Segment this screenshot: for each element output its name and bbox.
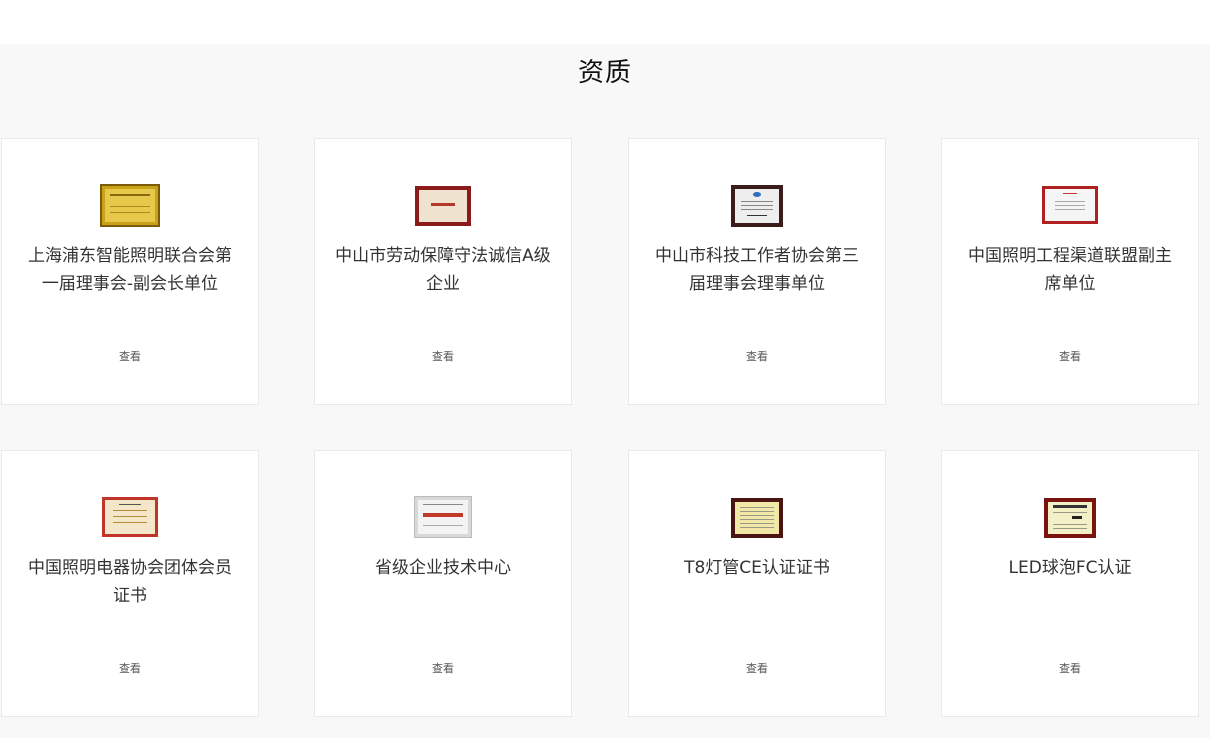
view-link[interactable]: 查看 (315, 348, 571, 364)
qualification-card[interactable]: LED球泡FC认证 查看 (941, 450, 1199, 717)
qualification-card[interactable]: 中国照明电器协会团体会员证书 查看 (1, 450, 259, 717)
view-link[interactable]: 查看 (315, 660, 571, 676)
certificate-icon (102, 497, 158, 537)
view-link[interactable]: 查看 (629, 348, 885, 364)
view-link[interactable]: 查看 (629, 660, 885, 676)
certificate-icon (1042, 186, 1098, 224)
card-title: 中山市劳动保障守法诚信A级企业 (335, 246, 551, 294)
card-title: 中国照明电器协会团体会员证书 (28, 558, 232, 606)
qualification-card[interactable]: 省级企业技术中心 查看 (314, 450, 572, 717)
certificate-icon (1044, 498, 1096, 538)
card-title: 省级企业技术中心 (375, 558, 511, 578)
gold-certificate-icon (100, 184, 160, 227)
view-link[interactable]: 查看 (942, 660, 1198, 676)
framed-certificate-icon (731, 185, 783, 227)
framed-certificate-icon (415, 186, 471, 226)
qualification-card[interactable]: 中山市劳动保障守法诚信A级企业 查看 (314, 138, 572, 405)
card-title: 中国照明工程渠道联盟副主席单位 (968, 246, 1172, 294)
view-link[interactable]: 查看 (942, 348, 1198, 364)
top-bar (0, 0, 1210, 44)
view-link[interactable]: 查看 (2, 660, 258, 676)
card-title: T8灯管CE认证证书 (684, 558, 830, 578)
plaque-icon (414, 496, 472, 538)
qualification-card[interactable]: T8灯管CE认证证书 查看 (628, 450, 886, 717)
card-title: LED球泡FC认证 (1008, 558, 1132, 578)
certificate-icon (731, 498, 783, 538)
qualification-card[interactable]: 中国照明工程渠道联盟副主席单位 查看 (941, 138, 1199, 405)
qualification-card[interactable]: 中山市科技工作者协会第三届理事会理事单位 查看 (628, 138, 886, 405)
card-title: 上海浦东智能照明联合会第一届理事会-副会长单位 (28, 246, 232, 294)
section-title: 资质 (577, 58, 632, 88)
view-link[interactable]: 查看 (2, 348, 258, 364)
qualification-section: 资质 上海浦东智能照明联合会第一届理事会-副会长单位 查看 中山市劳动保障守法诚… (0, 44, 1210, 738)
card-title: 中山市科技工作者协会第三届理事会理事单位 (655, 246, 859, 294)
qualification-card[interactable]: 上海浦东智能照明联合会第一届理事会-副会长单位 查看 (1, 138, 259, 405)
